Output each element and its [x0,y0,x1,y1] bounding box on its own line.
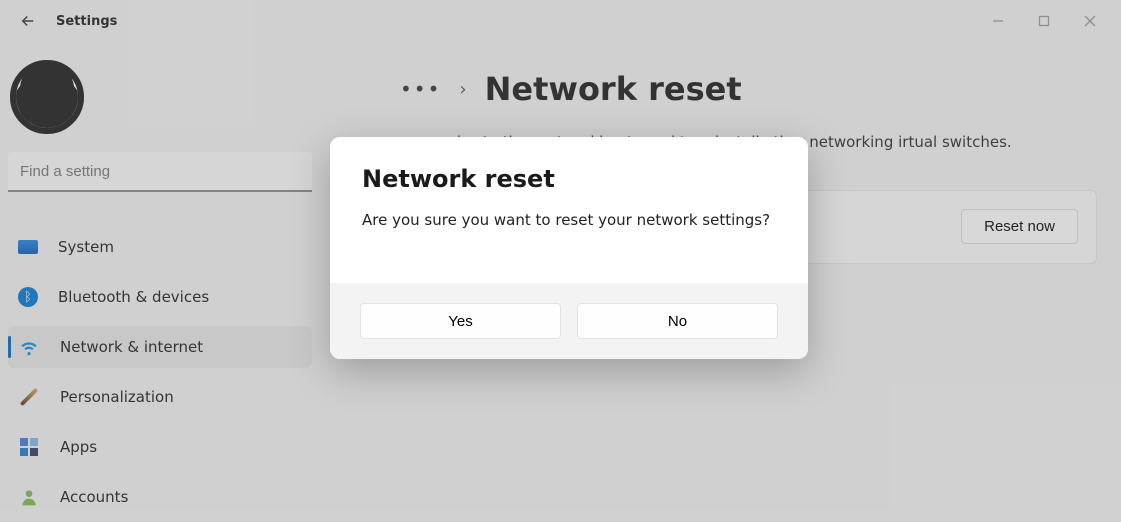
dialog-yes-button[interactable]: Yes [360,303,561,339]
dialog-no-button[interactable]: No [577,303,778,339]
dialog-title: Network reset [362,165,776,193]
confirm-dialog: Network reset Are you sure you want to r… [330,137,808,359]
dialog-message: Are you sure you want to reset your netw… [362,211,776,229]
